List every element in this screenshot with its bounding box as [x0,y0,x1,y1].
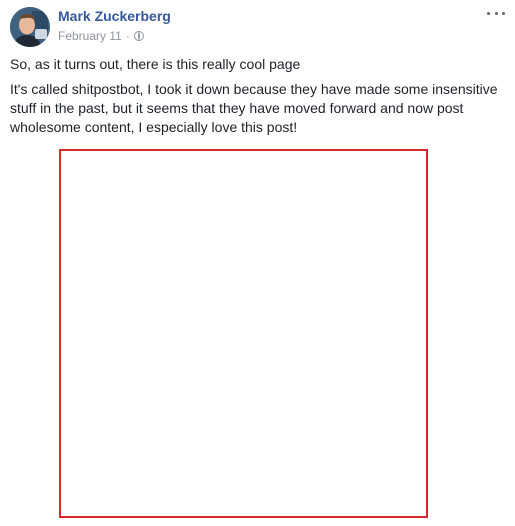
post-meta: February 11 · [58,29,144,43]
post-text-line-1: So, as it turns out, there is this reall… [10,56,301,72]
meta-separator: · [125,29,130,43]
author-avatar[interactable] [10,7,50,47]
more-dot [487,11,490,15]
globe-icon[interactable] [133,31,144,41]
author-name[interactable]: Mark Zuckerberg [58,8,171,24]
post-text-line-2: It's called shitpostbot, I took it down … [10,81,498,135]
post-date[interactable]: February 11 [58,29,122,43]
facebook-post: Mark Zuckerberg February 11 · So, as it … [0,0,515,526]
post-image[interactable] [59,149,428,518]
more-dot [494,11,498,15]
more-options-button[interactable] [487,6,505,20]
more-dot [502,11,505,15]
